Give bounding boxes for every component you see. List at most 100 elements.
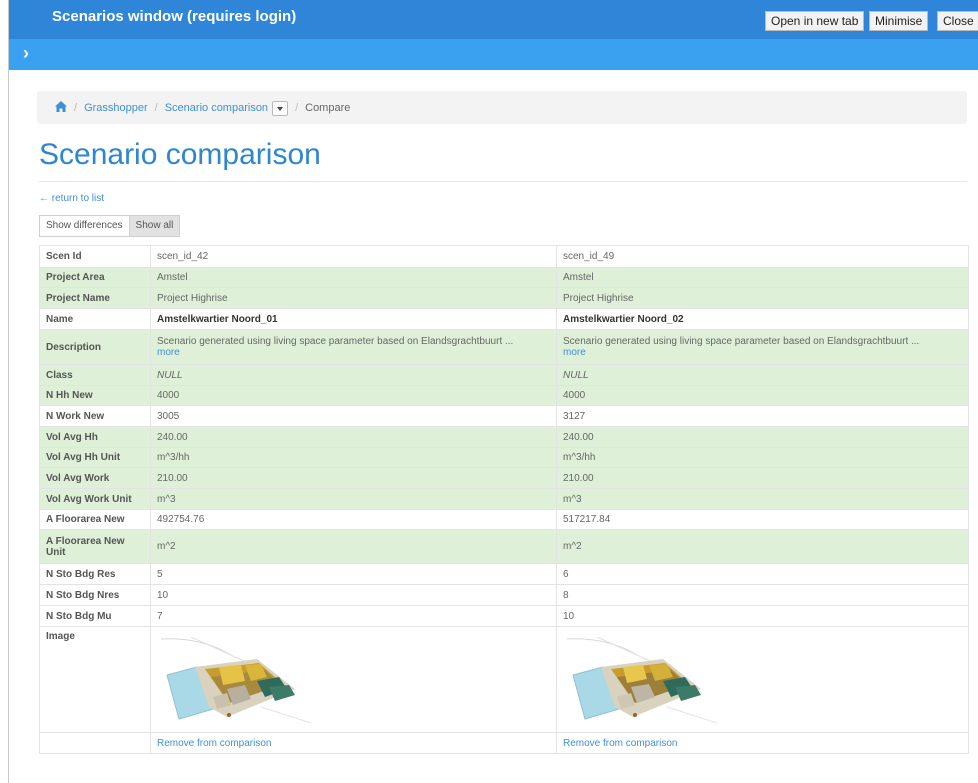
scenario-b-value: m^3/hh [556, 447, 969, 468]
more-link[interactable]: more [563, 347, 962, 358]
table-row: N Sto Bdg Mu 7 10 [39, 605, 969, 627]
row-label: A Floorarea New Unit [39, 529, 151, 564]
scenario-a-render-image [161, 637, 311, 724]
scenario-b-value: 4000 [556, 385, 969, 406]
scenario-b-value: Amstel [556, 267, 969, 288]
remove-from-comparison-link[interactable]: Remove from comparison [157, 738, 271, 749]
window-title: Scenarios window (requires login) [52, 8, 297, 25]
scenario-a-value: m^2 [150, 529, 557, 564]
scenario-a-value: Amstel [150, 267, 557, 288]
scenario-a-value: Amstelkwartier Noord_01 [150, 308, 557, 330]
scenario-b-value: Project Highrise [556, 287, 969, 309]
scenario-a-value: m^3/hh [150, 447, 557, 468]
scenario-b-value: Scenario generated using living space pa… [556, 329, 969, 365]
row-label: Vol Avg Work [39, 467, 151, 489]
description-text: Scenario generated using living space pa… [157, 336, 514, 347]
scenario-a-value: 10 [150, 584, 557, 606]
table-row: Project Area Amstel Amstel [39, 267, 969, 288]
close-button[interactable]: Close [937, 11, 978, 31]
scenario-b-value: 8 [556, 584, 969, 606]
table-row: Vol Avg Work Unit m^3 m^3 [39, 488, 969, 510]
breadcrumb-current: Compare [305, 101, 351, 114]
row-label: Image [39, 626, 151, 733]
table-row: Vol Avg Work 210.00 210.00 [39, 467, 969, 489]
row-label: Project Name [39, 287, 151, 309]
scenario-b-value: 3127 [556, 405, 969, 427]
row-label: Vol Avg Work Unit [39, 488, 151, 510]
more-link[interactable]: more [157, 347, 550, 358]
breadcrumb-separator: / [154, 101, 158, 114]
home-icon[interactable] [55, 100, 67, 115]
table-row: N Hh New 4000 4000 [39, 385, 969, 406]
table-row: Scen Id scen_id_42 scen_id_49 [39, 245, 969, 268]
breadcrumb-separator: / [74, 101, 78, 114]
scenario-a-value: 210.00 [150, 467, 557, 489]
scenario-a-value: 240.00 [150, 426, 557, 448]
breadcrumb-grasshopper-link[interactable]: Grasshopper [84, 102, 148, 114]
table-row: Class NULL NULL [39, 364, 969, 386]
row-label: N Hh New [39, 385, 151, 406]
scenarios-window: Scenarios window (requires login) Open i… [8, 0, 978, 783]
scenario-a-value: 3005 [150, 405, 557, 427]
table-row: N Sto Bdg Nres 10 8 [39, 584, 969, 606]
page-title: Scenario comparison [39, 138, 321, 171]
actions-row: Remove from comparison Remove from compa… [39, 732, 969, 754]
scenario-a-value: NULL [150, 364, 557, 386]
table-row: Project Name Project Highrise Project Hi… [39, 287, 969, 309]
table-row: Description Scenario generated using liv… [39, 329, 969, 365]
row-label: N Sto Bdg Nres [39, 584, 151, 606]
expand-chevron-icon[interactable]: › [23, 43, 29, 64]
empty-label [39, 732, 151, 754]
table-row: Name Amstelkwartier Noord_01 Amstelkwart… [39, 308, 969, 330]
scenario-a-value: Project Highrise [150, 287, 557, 309]
row-label: N Sto Bdg Mu [39, 605, 151, 627]
scenario-b-value: Amstelkwartier Noord_02 [556, 308, 969, 330]
scenario-a-value: 4000 [150, 385, 557, 406]
scenario-b-value: scen_id_49 [556, 245, 969, 268]
row-label: Class [39, 364, 151, 386]
scenario-b-actions: Remove from comparison [556, 732, 969, 754]
remove-from-comparison-link[interactable]: Remove from comparison [563, 738, 677, 749]
description-text: Scenario generated using living space pa… [563, 336, 920, 347]
open-in-new-tab-button[interactable]: Open in new tab [765, 11, 865, 31]
scenario-b-value: NULL [556, 364, 969, 386]
window-titlebar: Scenarios window (requires login) Open i… [9, 0, 978, 39]
scenario-a-value: 5 [150, 563, 557, 585]
return-to-list-link[interactable]: ← return to list [39, 193, 104, 204]
scenario-a-value: 7 [150, 605, 557, 627]
table-row: A Floorarea New 492754.76 517217.84 [39, 509, 969, 530]
table-row: Vol Avg Hh 240.00 240.00 [39, 426, 969, 448]
image-row: Image [39, 626, 969, 733]
row-label: Project Area [39, 267, 151, 288]
scenario-b-value: m^3 [556, 488, 969, 510]
row-label: A Floorarea New [39, 509, 151, 530]
scenario-a-actions: Remove from comparison [150, 732, 557, 754]
scenario-b-image-cell [556, 626, 969, 733]
row-label: Description [39, 329, 151, 365]
table-row: N Sto Bdg Res 5 6 [39, 563, 969, 585]
scenario-a-value: 492754.76 [150, 509, 557, 530]
row-label: N Sto Bdg Res [39, 563, 151, 585]
table-row: A Floorarea New Unit m^2 m^2 [39, 529, 969, 564]
scenario-b-value: 240.00 [556, 426, 969, 448]
show-all-button[interactable]: Show all [129, 215, 181, 237]
scenario-a-value: Scenario generated using living space pa… [150, 329, 557, 365]
view-toggle: Show differences Show all [39, 215, 181, 237]
row-label: N Work New [39, 405, 151, 427]
table-row: N Work New 3005 3127 [39, 405, 969, 427]
breadcrumb-scenario-comparison-link[interactable]: Scenario comparison [165, 102, 268, 114]
window-toolbar: › [9, 39, 978, 70]
table-row: Vol Avg Hh Unit m^3/hh m^3/hh [39, 447, 969, 468]
breadcrumb-separator: / [295, 101, 299, 114]
minimise-button[interactable]: Minimise [869, 11, 929, 31]
comparison-table: Scen Id scen_id_42 scen_id_49 Project Ar… [39, 245, 969, 754]
row-label: Vol Avg Hh Unit [39, 447, 151, 468]
scenario-a-value: scen_id_42 [150, 245, 557, 268]
scenario-b-value: 517217.84 [556, 509, 969, 530]
scenario-a-value: m^3 [150, 488, 557, 510]
breadcrumb-dropdown-caret-icon[interactable] [272, 101, 289, 116]
row-label: Scen Id [39, 245, 151, 268]
show-differences-button[interactable]: Show differences [39, 215, 130, 237]
scenario-b-value: 210.00 [556, 467, 969, 489]
scenario-b-render-image [567, 637, 717, 724]
